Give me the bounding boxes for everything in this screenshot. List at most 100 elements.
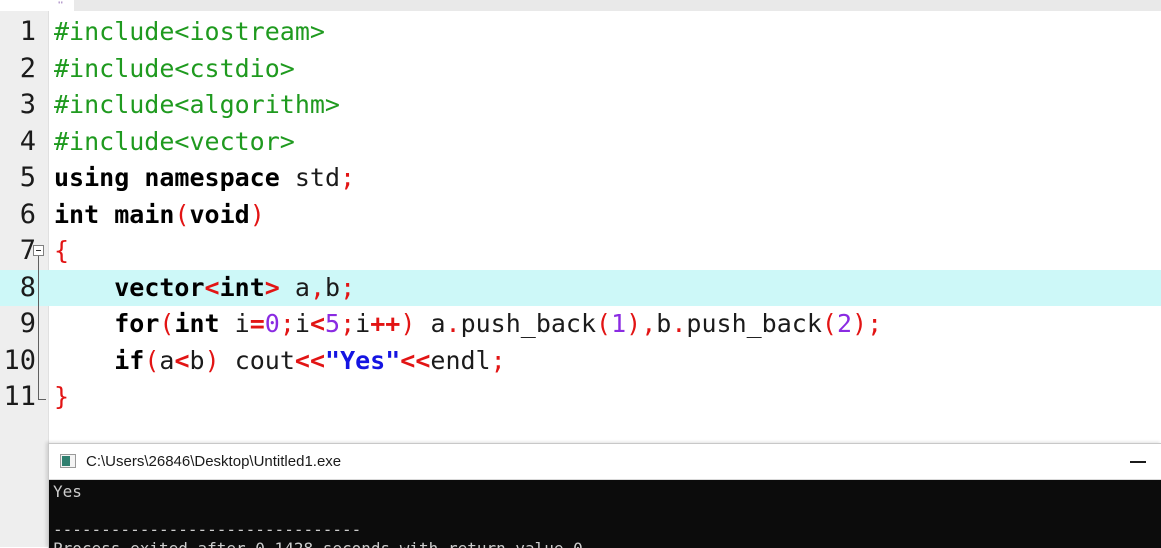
code-line-3[interactable]: 3 #include<algorithm> bbox=[0, 87, 1161, 124]
token-keyword: for bbox=[114, 309, 160, 338]
code-line-11[interactable]: 11} bbox=[0, 379, 1161, 416]
minimize-button[interactable] bbox=[1114, 444, 1161, 479]
code-line-1[interactable]: 1 #include<iostream> bbox=[0, 14, 1161, 51]
code-text-7[interactable]: { bbox=[54, 233, 69, 270]
token-operator: . bbox=[445, 309, 461, 338]
editor-tab-strip: '' bbox=[0, 0, 1161, 11]
code-line-4[interactable]: 4 #include<vector> bbox=[0, 124, 1161, 161]
token-operator: = bbox=[249, 309, 265, 338]
code-line-5[interactable]: 5 using namespace std; bbox=[0, 160, 1161, 197]
code-text-1[interactable]: #include<iostream> bbox=[54, 14, 325, 51]
token-identifier: i bbox=[355, 309, 371, 338]
token-number: 0 bbox=[264, 309, 280, 338]
code-line-8[interactable]: 8 vector<int> a,b; bbox=[0, 269, 1161, 307]
token-operator: ; bbox=[340, 163, 356, 192]
token-keyword: int bbox=[174, 309, 220, 338]
token-number: 1 bbox=[611, 309, 627, 338]
token-preprocessor: #include<vector> bbox=[54, 126, 295, 156]
token-operator: { bbox=[54, 236, 70, 265]
token-number: 5 bbox=[325, 309, 341, 338]
code-text-10[interactable]: if(a<b) cout<<"Yes"<<endl; bbox=[54, 343, 505, 380]
token-identifier: a bbox=[159, 345, 175, 375]
code-text-11[interactable]: } bbox=[54, 379, 69, 416]
token-keyword: if bbox=[114, 345, 145, 375]
token-operator: } bbox=[54, 382, 70, 411]
token-keyword: int bbox=[54, 199, 100, 229]
token-operator: ( bbox=[596, 309, 612, 338]
token-operator: > bbox=[264, 272, 280, 302]
token-identifier: a bbox=[430, 309, 446, 338]
token-operator: ) bbox=[204, 345, 220, 375]
token-identifier: push_back bbox=[460, 309, 597, 338]
token-operator: ( bbox=[174, 199, 190, 229]
code-text-6[interactable]: int main(void) bbox=[54, 197, 265, 234]
token-identifier: b bbox=[325, 272, 341, 302]
code-folding-bar[interactable] bbox=[0, 11, 48, 547]
token-identifier: cout bbox=[234, 345, 295, 375]
token-operator: ; bbox=[279, 309, 295, 338]
console-output-line-3: -------------------------------- bbox=[53, 520, 362, 539]
token-operator: ) bbox=[400, 309, 416, 338]
token-identifier: endl bbox=[430, 345, 491, 375]
token-operator: . bbox=[671, 309, 687, 338]
fold-guide-line bbox=[38, 256, 39, 399]
fold-end-marker bbox=[38, 399, 46, 400]
code-text-3[interactable]: #include<algorithm> bbox=[54, 87, 340, 124]
token-string: "Yes" bbox=[325, 345, 401, 375]
tab-strip-background bbox=[74, 0, 1161, 11]
token-preprocessor: #include<iostream> bbox=[54, 17, 325, 46]
token-keyword: void bbox=[189, 199, 250, 229]
token-operator: ( bbox=[159, 309, 175, 338]
token-identifier: push_back bbox=[686, 309, 822, 338]
console-output-line-1: Yes bbox=[53, 482, 82, 501]
console-output: Yes--------------------------------Proce… bbox=[49, 480, 1161, 548]
token-operator: << bbox=[400, 345, 431, 375]
console-window-icon bbox=[60, 454, 76, 468]
console-icon-fill bbox=[62, 456, 70, 466]
token-keyword: vector bbox=[114, 272, 205, 302]
editor-tab[interactable]: '' bbox=[48, 0, 74, 11]
console-titlebar[interactable]: C:\Users\26846\Desktop\Untitled1.exe bbox=[49, 444, 1161, 480]
token-operator: ; bbox=[340, 272, 356, 302]
code-line-9[interactable]: 9 for(int i=0;i<5;i++) a.push_back(1),b.… bbox=[0, 306, 1161, 343]
token-operator: ; bbox=[340, 309, 356, 338]
code-text-5[interactable]: using namespace std; bbox=[54, 160, 355, 197]
token-keyword: using bbox=[54, 163, 130, 192]
token-operator: < bbox=[204, 272, 220, 302]
token-preprocessor: #include<algorithm> bbox=[54, 90, 340, 119]
code-line-7[interactable]: 7{ bbox=[0, 233, 1161, 270]
token-keyword: namespace bbox=[144, 163, 280, 192]
token-operator: < bbox=[309, 309, 326, 338]
token-identifier: i bbox=[294, 309, 310, 338]
code-text-4[interactable]: #include<vector> bbox=[54, 124, 295, 161]
code-text-2[interactable]: #include<cstdio> bbox=[54, 51, 295, 88]
code-line-6[interactable]: 6 int main(void) bbox=[0, 197, 1161, 234]
code-line-10[interactable]: 10 if(a<b) cout<<"Yes"<<endl; bbox=[0, 343, 1161, 380]
token-operator: ; bbox=[867, 309, 883, 338]
token-operator: ) bbox=[852, 309, 868, 338]
token-identifier: a bbox=[294, 272, 310, 302]
token-identifier: b bbox=[656, 309, 672, 338]
token-operator: ) bbox=[249, 199, 265, 229]
token-keyword: main bbox=[114, 199, 175, 229]
code-text-8[interactable]: vector<int> a,b; bbox=[54, 270, 355, 307]
token-operator: << bbox=[294, 345, 326, 375]
token-number: 2 bbox=[836, 309, 853, 338]
token-operator: ++ bbox=[370, 309, 401, 338]
token-preprocessor: #include<cstdio> bbox=[54, 53, 295, 83]
console-title: C:\Users\26846\Desktop\Untitled1.exe bbox=[86, 453, 342, 470]
token-operator: ( bbox=[144, 345, 160, 375]
code-line-2[interactable]: 2 #include<cstdio> bbox=[0, 51, 1161, 88]
token-operator: , bbox=[641, 309, 657, 338]
console-window[interactable]: C:\Users\26846\Desktop\Untitled1.exe Yes… bbox=[48, 443, 1161, 548]
token-operator: ( bbox=[821, 309, 837, 338]
fold-collapse-icon[interactable] bbox=[33, 245, 44, 256]
tab-strip-left-pad bbox=[0, 0, 48, 11]
token-keyword: int bbox=[219, 272, 265, 302]
token-operator: , bbox=[309, 272, 325, 302]
token-operator: < bbox=[174, 345, 190, 375]
token-identifier: b bbox=[189, 345, 205, 375]
token-operator: ) bbox=[626, 309, 642, 338]
code-text-9[interactable]: for(int i=0;i<5;i++) a.push_back(1),b.pu… bbox=[54, 306, 882, 343]
token-identifier: i bbox=[234, 309, 250, 338]
